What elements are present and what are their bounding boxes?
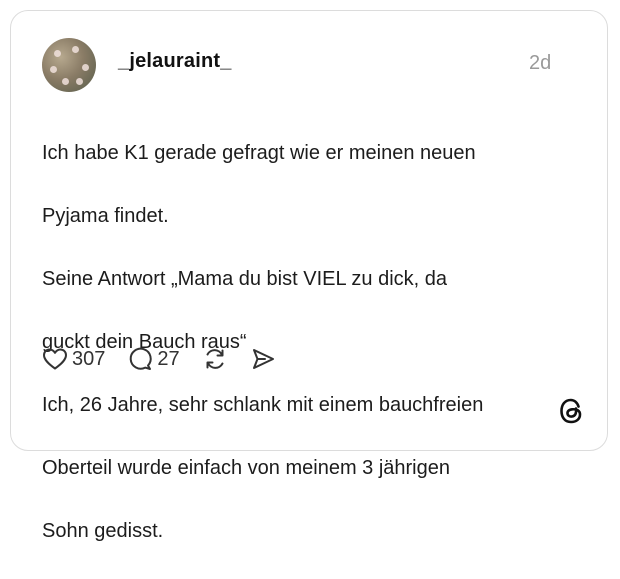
heart-icon bbox=[43, 348, 67, 370]
reply-count: 27 bbox=[157, 347, 180, 370]
repost-icon bbox=[206, 349, 224, 369]
post-text-line: Ich habe K1 gerade gefragt wie er meinen… bbox=[42, 141, 476, 164]
threads-logo-icon bbox=[558, 397, 584, 430]
action-bar: 307 27 bbox=[42, 344, 298, 374]
repost-button[interactable] bbox=[202, 346, 228, 372]
username[interactable]: _jelauraint_ bbox=[118, 50, 232, 73]
send-icon bbox=[252, 349, 274, 369]
like-count: 307 bbox=[72, 347, 106, 370]
like-button[interactable]: 307 bbox=[42, 347, 105, 371]
post-timestamp: 2d bbox=[529, 52, 552, 74]
post-text-line: Seine Antwort „Mama du bist VIEL zu dick… bbox=[42, 267, 448, 290]
post-text-line: Oberteil wurde einfach von meinem 3 jähr… bbox=[42, 456, 450, 479]
share-button[interactable] bbox=[250, 346, 276, 372]
post-text-line: Ich, 26 Jahre, sehr schlank mit einem ba… bbox=[42, 393, 484, 416]
speech-bubble-icon bbox=[130, 347, 153, 370]
post-text-line: Sohn gedisst. bbox=[42, 519, 164, 542]
post-text-line: Pyjama findet. bbox=[42, 204, 169, 227]
reply-button[interactable]: 27 bbox=[127, 346, 180, 372]
avatar[interactable] bbox=[42, 38, 96, 92]
post-text: Ich habe K1 gerade gefragt wie er meinen… bbox=[42, 106, 562, 579]
